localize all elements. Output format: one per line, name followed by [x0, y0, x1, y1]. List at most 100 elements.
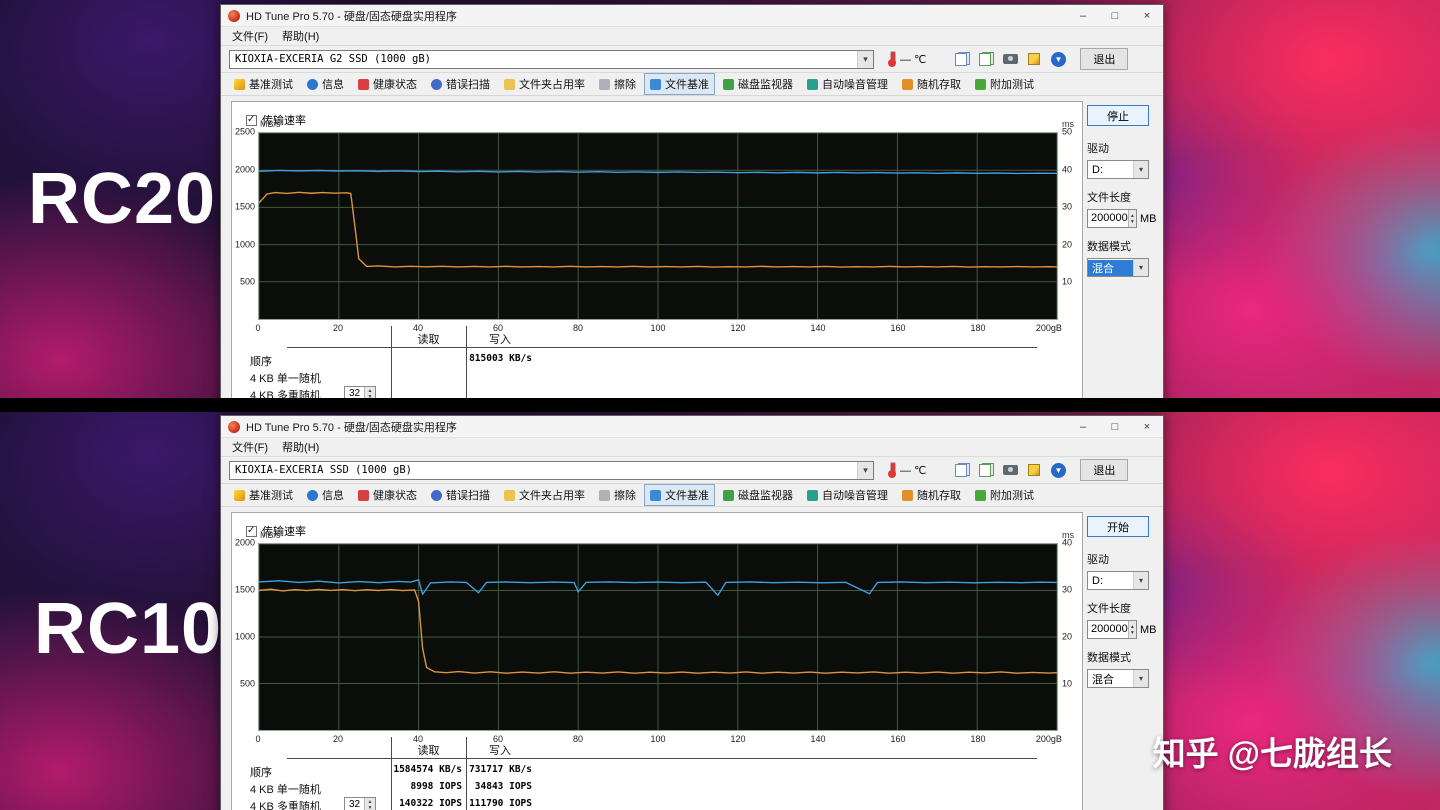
tab-label: 擦除: [614, 487, 636, 503]
target-drive-dropdown[interactable]: D: ▾: [1087, 160, 1149, 179]
tab-extra-tests[interactable]: 附加测试: [969, 73, 1040, 95]
tab-health[interactable]: 健康状态: [352, 484, 423, 506]
tab-random-access[interactable]: 随机存取: [896, 73, 967, 95]
folder-icon: [504, 490, 515, 501]
stepper-arrows-icon[interactable]: ▲▼: [364, 387, 375, 398]
tab-label: 错误扫描: [446, 487, 490, 503]
drive-label: 驱动: [1087, 140, 1163, 156]
copy-text-button[interactable]: [950, 49, 974, 70]
tab-label: 文件夹占用率: [519, 76, 585, 92]
tab-erase[interactable]: 擦除: [593, 73, 642, 95]
right-axis: 5040302010: [1058, 132, 1082, 320]
health-icon: [358, 490, 369, 501]
tab-extra-tests[interactable]: 附加测试: [969, 484, 1040, 506]
tab-label: 自动噪音管理: [822, 76, 888, 92]
minimize-button[interactable]: –: [1067, 416, 1099, 437]
drive-select[interactable]: KIOXIA-EXCERIA G2 SSD (1000 gB) ▾: [229, 50, 874, 69]
tab-disk-monitor[interactable]: 磁盘监视器: [717, 484, 799, 506]
tab-label: 文件基准: [665, 487, 709, 503]
download-icon: ▼: [1051, 52, 1066, 67]
maximize-button[interactable]: □: [1099, 416, 1131, 437]
stop-button[interactable]: 停止: [1087, 105, 1149, 126]
tab-erase[interactable]: 擦除: [593, 484, 642, 506]
menu-help[interactable]: 帮助(H): [275, 439, 326, 455]
chart-svg: [259, 133, 1057, 319]
tab-health[interactable]: 健康状态: [352, 73, 423, 95]
exit-button[interactable]: 退出: [1080, 48, 1128, 70]
window-title: HD Tune Pro 5.70 - 硬盘/固态硬盘实用程序: [246, 8, 457, 24]
y-axis-unit: MB/s: [260, 530, 281, 540]
copy-image-button[interactable]: [974, 460, 998, 481]
tab-folder-usage[interactable]: 文件夹占用率: [498, 73, 591, 95]
row-label-sequential: 顺序: [250, 353, 272, 369]
plot-area: [258, 543, 1058, 731]
options-button[interactable]: [1022, 460, 1046, 481]
tab-info[interactable]: 信息: [301, 73, 350, 95]
tab-aam[interactable]: 自动噪音管理: [801, 484, 894, 506]
y-axis: 200015001000500: [232, 543, 258, 731]
exit-button[interactable]: 退出: [1080, 459, 1128, 481]
tab-label: 错误扫描: [446, 76, 490, 92]
tab-disk-monitor[interactable]: 磁盘监视器: [717, 73, 799, 95]
queue-depth-stepper[interactable]: 32 ▲▼: [344, 797, 376, 810]
menu-help[interactable]: 帮助(H): [275, 28, 326, 44]
start-button[interactable]: 开始: [1087, 516, 1149, 537]
sequential-write-value: 815003 KB/s: [466, 353, 532, 364]
stepper-arrows-icon[interactable]: ▲▼: [1128, 210, 1136, 227]
menu-file[interactable]: 文件(F): [225, 28, 275, 44]
screenshot-button[interactable]: [998, 460, 1022, 481]
drive-select-value: KIOXIA-EXCERIA SSD (1000 gB): [230, 464, 857, 476]
save-results-button[interactable]: ▼: [1046, 49, 1070, 70]
data-mode-value: 混合: [1088, 260, 1133, 276]
tab-file-benchmark[interactable]: 文件基准: [644, 484, 715, 506]
benchmark-icon: [234, 490, 245, 501]
hdtune-app-icon: [228, 421, 240, 433]
drive-select[interactable]: KIOXIA-EXCERIA SSD (1000 gB) ▾: [229, 461, 874, 480]
tab-label: 健康状态: [373, 487, 417, 503]
tab-benchmark[interactable]: 基准测试: [228, 484, 299, 506]
file-length-input[interactable]: 200000 ▲▼: [1087, 209, 1137, 228]
tab-aam[interactable]: 自动噪音管理: [801, 73, 894, 95]
tab-label: 附加测试: [990, 76, 1034, 92]
queue-depth-stepper[interactable]: 32 ▲▼: [344, 386, 376, 398]
close-button[interactable]: ×: [1131, 5, 1163, 26]
data-mode-dropdown[interactable]: 混合 ▾: [1087, 258, 1149, 277]
tab-label: 信息: [322, 487, 344, 503]
thermometer-icon: [888, 462, 896, 478]
minimize-button[interactable]: –: [1067, 5, 1099, 26]
4k-multi-read-value: 140322 IOPS: [382, 798, 462, 809]
temperature-value: — ℃: [900, 464, 926, 477]
tab-random-access[interactable]: 随机存取: [896, 484, 967, 506]
options-button[interactable]: [1022, 49, 1046, 70]
tab-benchmark[interactable]: 基准测试: [228, 73, 299, 95]
hdtune-window-rc10: HD Tune Pro 5.70 - 硬盘/固态硬盘实用程序 – □ × 文件(…: [220, 415, 1164, 810]
copy-image-button[interactable]: [974, 49, 998, 70]
tab-info[interactable]: 信息: [301, 484, 350, 506]
target-drive-value: D:: [1088, 575, 1133, 587]
chevron-down-icon: ▾: [1133, 259, 1148, 276]
sequential-read-value: 1584574 KB/s: [382, 764, 462, 775]
drive-model-label-rc20: RC20: [28, 158, 216, 240]
window-controls: – □ ×: [1067, 5, 1163, 26]
tab-error-scan[interactable]: 错误扫描: [425, 484, 496, 506]
info-icon: [307, 79, 318, 90]
tab-file-benchmark[interactable]: 文件基准: [644, 73, 715, 95]
save-results-button[interactable]: ▼: [1046, 460, 1070, 481]
menu-file[interactable]: 文件(F): [225, 439, 275, 455]
close-button[interactable]: ×: [1131, 416, 1163, 437]
screenshot-button[interactable]: [998, 49, 1022, 70]
tab-error-scan[interactable]: 错误扫描: [425, 73, 496, 95]
checkbox-checked-icon: [246, 115, 257, 126]
data-mode-dropdown[interactable]: 混合 ▾: [1087, 669, 1149, 688]
tab-label: 健康状态: [373, 76, 417, 92]
target-drive-dropdown[interactable]: D: ▾: [1087, 571, 1149, 590]
x-axis: 020406080100120140160180200gB: [258, 734, 1058, 746]
read-column-header: 读取: [391, 742, 466, 758]
tab-folder-usage[interactable]: 文件夹占用率: [498, 484, 591, 506]
file-length-input[interactable]: 200000 ▲▼: [1087, 620, 1137, 639]
stepper-arrows-icon[interactable]: ▲▼: [1128, 621, 1136, 638]
stepper-arrows-icon[interactable]: ▲▼: [364, 798, 375, 810]
copy-text-button[interactable]: [950, 460, 974, 481]
maximize-button[interactable]: □: [1099, 5, 1131, 26]
side-panel: 开始 驱动 D: ▾ 文件长度 200000 ▲▼ MB 数据模式 混合 ▾: [1087, 516, 1163, 688]
